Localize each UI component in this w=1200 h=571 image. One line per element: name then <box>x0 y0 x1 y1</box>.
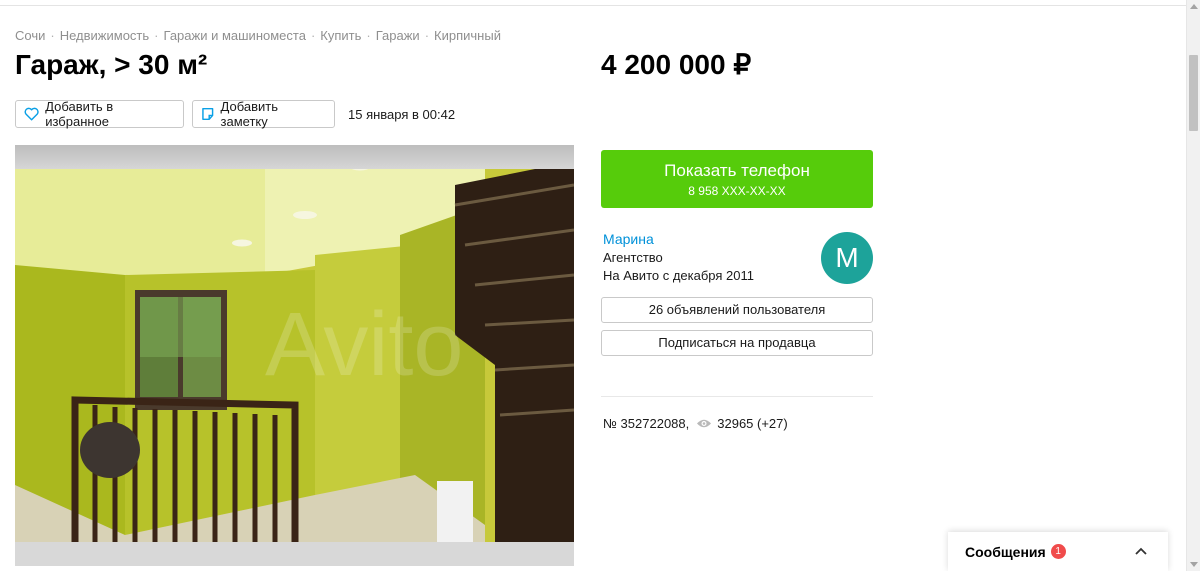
show-phone-button[interactable]: Показать телефон 8 958 XXX-XX-XX <box>601 150 873 208</box>
photo-blur-top <box>15 145 574 169</box>
seller-name-link[interactable]: Марина <box>603 231 654 247</box>
divider <box>601 396 873 397</box>
show-phone-label: Показать телефон <box>664 161 810 180</box>
subscribe-seller-button[interactable]: Подписаться на продавца <box>601 330 873 356</box>
scroll-thumb[interactable] <box>1189 55 1198 131</box>
add-note-button[interactable]: Добавить заметку <box>192 99 335 129</box>
phone-number: 8 958 XXX-XX-XX <box>688 184 786 198</box>
seller-since: На Авито с декабря 2011 <box>603 268 754 283</box>
listing-number: № 352722088, <box>603 416 690 431</box>
breadcrumb-item-1[interactable]: Недвижимость <box>60 28 149 43</box>
breadcrumb-item-0[interactable]: Сочи <box>15 28 45 43</box>
messages-widget[interactable]: Сообщения 1 <box>948 532 1168 571</box>
heart-icon <box>24 107 39 121</box>
listing-photo: Avito <box>15 145 574 566</box>
add-to-favorites-button[interactable]: Добавить в избранное <box>15 99 184 129</box>
eye-icon <box>697 419 712 428</box>
page-title: Гараж, > 30 м² <box>15 49 208 80</box>
messages-label: Сообщения <box>965 543 1046 560</box>
scroll-down-arrow[interactable] <box>1190 562 1198 567</box>
messages-count-badge: 1 <box>1050 544 1066 559</box>
photo-gallery[interactable]: Avito <box>15 145 574 566</box>
breadcrumb-item-2[interactable]: Гаражи и машиноместа <box>164 28 306 43</box>
scroll-up-arrow[interactable] <box>1190 4 1198 9</box>
add-to-favorites-label: Добавить в избранное <box>45 99 114 129</box>
avatar[interactable]: М <box>821 232 873 284</box>
add-note-label: Добавить заметку <box>220 99 278 129</box>
top-border <box>0 0 1186 6</box>
note-icon <box>202 107 214 121</box>
listing-meta: № 352722088, 32965 (+27) <box>603 416 788 431</box>
photo-blur-bottom <box>15 542 574 566</box>
chevron-up-icon[interactable] <box>1134 544 1148 558</box>
view-count: 32965 (+27) <box>717 416 788 431</box>
publication-date: 15 января в 00:42 <box>348 107 456 122</box>
vertical-scrollbar[interactable] <box>1186 0 1200 571</box>
watermark: Avito <box>265 295 463 395</box>
seller-type: Агентство <box>603 250 663 265</box>
avatar-letter: М <box>835 242 859 273</box>
breadcrumb-item-3[interactable]: Купить <box>320 28 361 43</box>
breadcrumb: Сочи · Недвижимость · Гаражи и машиноместа · К… <box>15 28 501 43</box>
price: 4 200 000 ₽ <box>601 49 752 80</box>
breadcrumb-item-5[interactable]: Кирпичный <box>434 28 501 43</box>
seller-ads-button[interactable]: 26 объявлений пользователя <box>601 297 873 323</box>
breadcrumb-item-4[interactable]: Гаражи <box>376 28 420 43</box>
